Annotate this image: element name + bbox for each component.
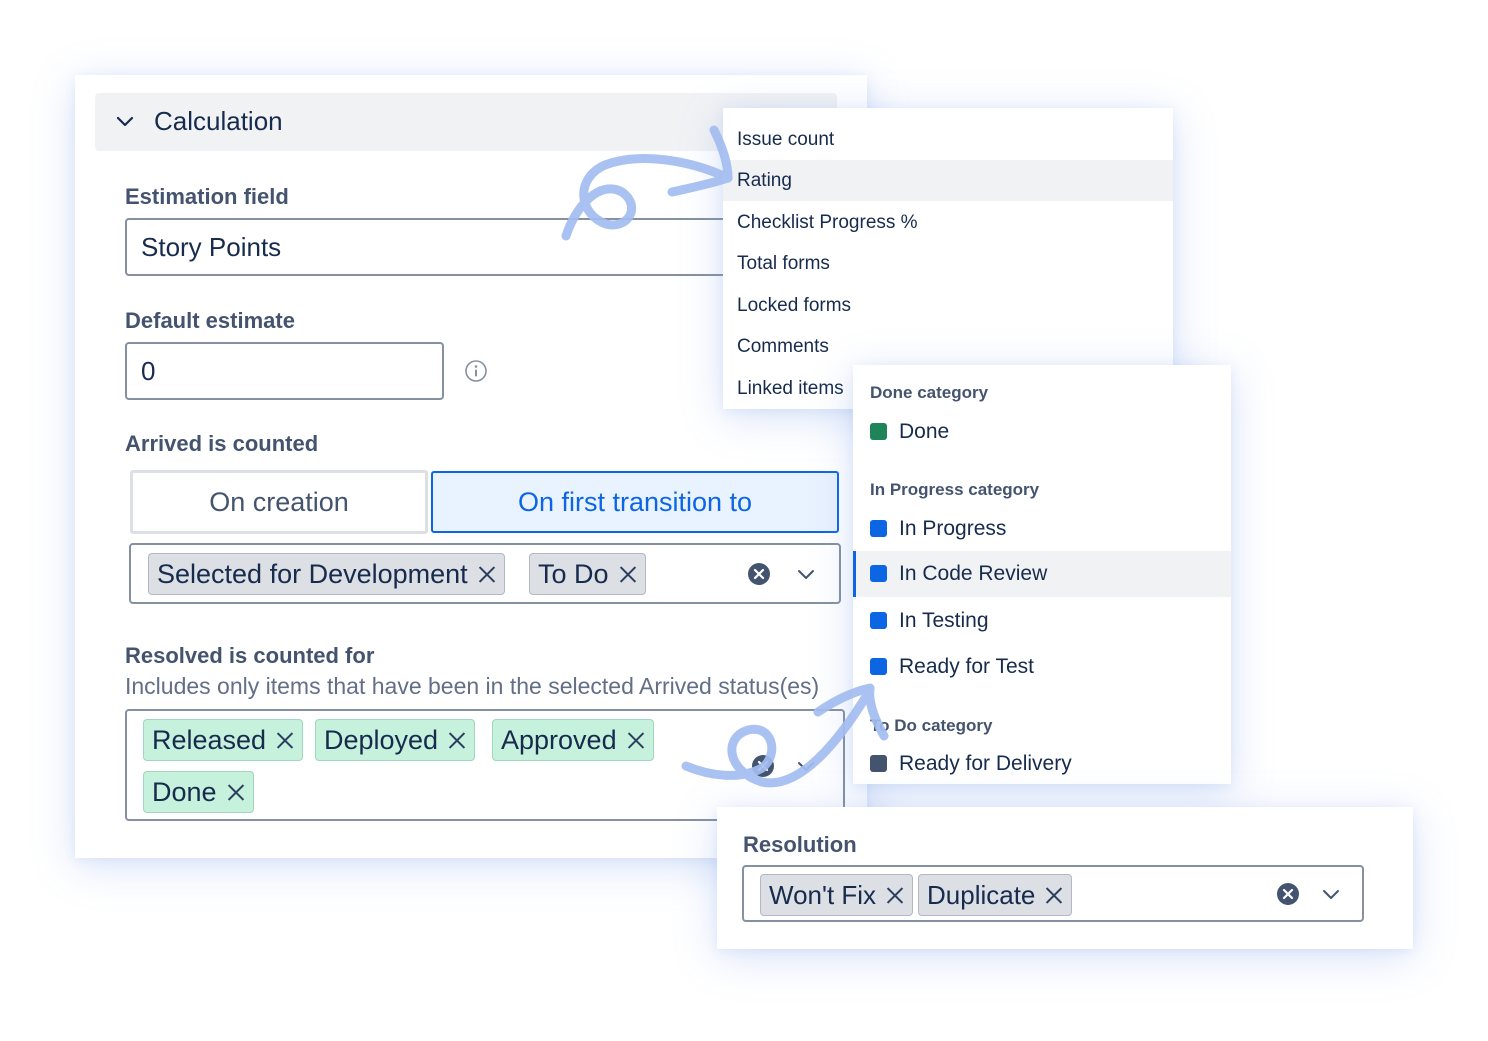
- resolved-label: Resolved is counted for: [125, 643, 375, 668]
- resolution-label: Resolution: [743, 832, 857, 857]
- remove-icon[interactable]: [276, 731, 294, 749]
- chip-label: Released: [152, 724, 267, 755]
- chip-deployed: Deployed: [315, 719, 476, 761]
- status-color-swatch: [870, 612, 887, 629]
- chip-label: Duplicate: [927, 879, 1036, 910]
- chip-to-do: To Do: [529, 553, 646, 595]
- remove-icon[interactable]: [619, 565, 637, 583]
- on-creation-toggle[interactable]: On creation: [130, 470, 428, 534]
- option-comments[interactable]: Comments: [723, 326, 1173, 367]
- arrived-label: Arrived is counted: [125, 431, 319, 456]
- remove-icon[interactable]: [478, 565, 496, 583]
- status-option-ready-for-test[interactable]: Ready for Test: [853, 644, 1231, 690]
- default-estimate-label: Default estimate: [125, 308, 295, 333]
- group-label-in-progress: In Progress category: [870, 480, 1040, 499]
- default-estimate-value: 0: [141, 355, 156, 386]
- status-option-ready-for-delivery[interactable]: Ready for Delivery: [853, 741, 1231, 787]
- status-color-swatch: [870, 658, 887, 675]
- chip-label: Deployed: [324, 724, 439, 755]
- chip-done: Done: [143, 771, 254, 813]
- on-first-transition-toggle[interactable]: On first transition to: [431, 471, 839, 533]
- status-color-swatch: [870, 423, 887, 440]
- status-color-swatch: [870, 755, 887, 772]
- remove-icon[interactable]: [1045, 886, 1063, 904]
- option-total-forms[interactable]: Total forms: [723, 243, 1173, 284]
- option-checklist-progress[interactable]: Checklist Progress %: [723, 202, 1173, 243]
- section-title: Calculation: [154, 106, 283, 136]
- chip-approved: Approved: [492, 719, 654, 761]
- chip-label: Approved: [501, 724, 617, 755]
- arrived-status-multiselect[interactable]: Selected for Development To Do: [129, 543, 841, 604]
- status-label: Ready for Test: [899, 655, 1035, 678]
- remove-icon[interactable]: [448, 731, 466, 749]
- group-label-to-do: To Do category: [870, 716, 993, 735]
- group-label-done: Done category: [870, 383, 989, 402]
- option-issue-count[interactable]: Issue count: [723, 119, 1173, 160]
- status-option-in-testing[interactable]: In Testing: [853, 598, 1231, 644]
- estimation-field-dropdown: Issue count Rating Checklist Progress % …: [723, 108, 1173, 409]
- status-color-swatch: [870, 565, 887, 582]
- resolution-card: Resolution Won't Fix Duplicate: [717, 807, 1413, 949]
- resolved-description: Includes only items that have been in th…: [125, 673, 820, 699]
- option-rating[interactable]: Rating: [723, 160, 1173, 201]
- remove-icon[interactable]: [627, 731, 645, 749]
- on-first-transition-label: On first transition to: [517, 486, 753, 517]
- clear-icon[interactable]: [751, 754, 775, 778]
- chevron-down-icon[interactable]: [1320, 883, 1342, 905]
- status-color-swatch: [870, 520, 887, 537]
- chip-label: To Do: [538, 558, 609, 589]
- chip-label: Selected for Development: [157, 558, 468, 589]
- estimation-field-select[interactable]: Story Points: [125, 218, 745, 276]
- chip-label: Done: [152, 776, 217, 807]
- option-locked-forms[interactable]: Locked forms: [723, 285, 1173, 326]
- status-label: In Code Review: [899, 562, 1048, 585]
- remove-icon[interactable]: [886, 886, 904, 904]
- status-label: In Progress: [899, 517, 1007, 540]
- status-label: Done: [899, 420, 950, 443]
- chevron-down-icon: [116, 116, 134, 127]
- status-option-in-progress[interactable]: In Progress: [853, 506, 1231, 552]
- status-option-done[interactable]: Done: [853, 409, 1231, 455]
- resolved-status-multiselect[interactable]: Released Deployed Approved Done: [125, 709, 845, 821]
- chip-duplicate: Duplicate: [918, 874, 1073, 916]
- chip-wont-fix: Won't Fix: [760, 874, 914, 916]
- clear-icon[interactable]: [1276, 882, 1300, 906]
- status-option-in-code-review[interactable]: In Code Review: [853, 551, 1231, 597]
- resolution-multiselect[interactable]: Won't Fix Duplicate: [742, 865, 1364, 922]
- chip-released: Released: [143, 719, 304, 761]
- status-label: In Testing: [899, 609, 989, 632]
- chip-label: Won't Fix: [769, 879, 877, 910]
- info-icon[interactable]: [464, 359, 488, 383]
- status-dropdown: Done category Done In Progress category …: [853, 365, 1231, 784]
- remove-icon[interactable]: [227, 783, 245, 801]
- chevron-down-icon[interactable]: [795, 755, 817, 777]
- estimation-field-label: Estimation field: [125, 184, 289, 209]
- clear-icon[interactable]: [747, 562, 771, 586]
- default-estimate-input[interactable]: 0: [125, 342, 444, 400]
- chip-selected-for-development: Selected for Development: [148, 553, 505, 595]
- status-label: Ready for Delivery: [899, 752, 1072, 775]
- estimation-field-value: Story Points: [141, 231, 282, 262]
- chevron-down-icon[interactable]: [795, 563, 817, 585]
- on-creation-label: On creation: [209, 486, 349, 517]
